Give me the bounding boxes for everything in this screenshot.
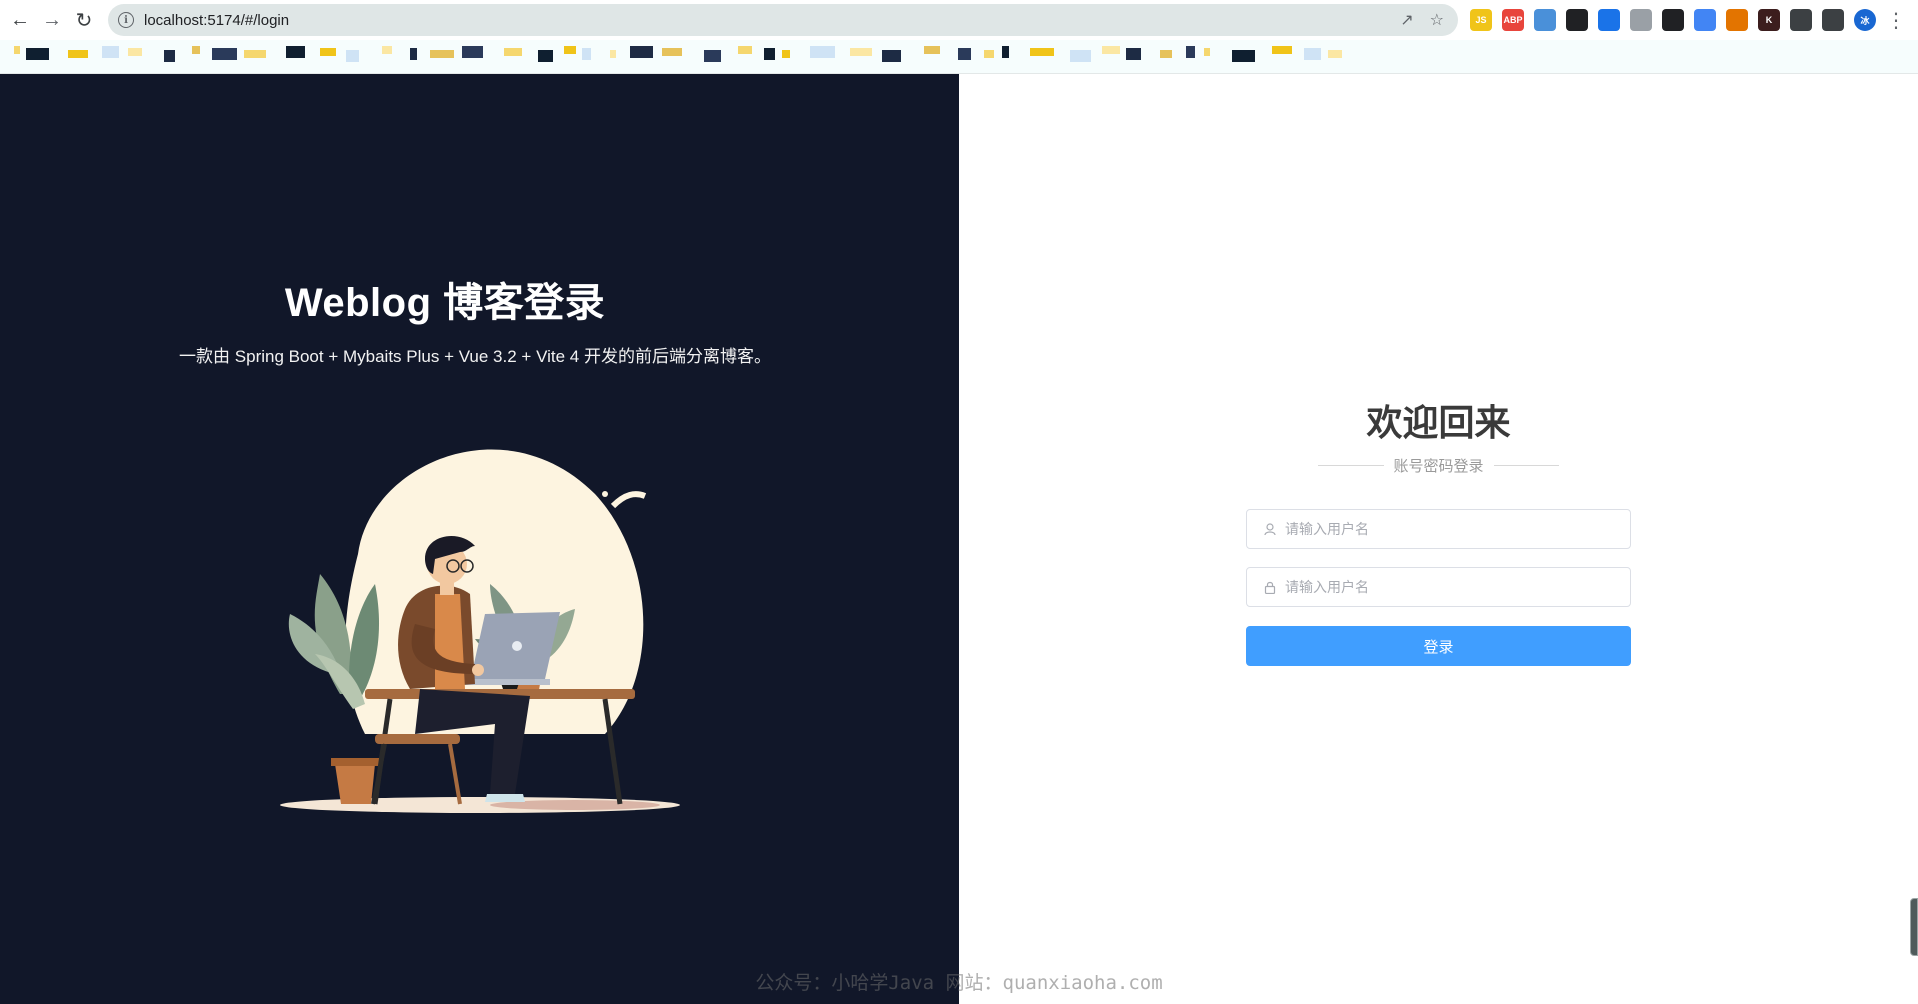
bookmark-item[interactable] xyxy=(924,46,940,54)
adblock-icon[interactable]: ABP xyxy=(1502,9,1524,31)
bookmark-item[interactable] xyxy=(704,50,721,62)
bookmark-item[interactable] xyxy=(850,48,872,56)
bookmark-item[interactable] xyxy=(1070,50,1091,62)
username-field[interactable] xyxy=(1246,509,1631,549)
lock-icon xyxy=(1263,580,1277,594)
bookmark-item[interactable] xyxy=(984,50,994,58)
puzzle-icon[interactable] xyxy=(1790,9,1812,31)
bookmark-item[interactable] xyxy=(192,46,200,54)
bookmark-item[interactable] xyxy=(430,50,454,58)
address-bar[interactable]: i localhost:5174/#/login ↗ ☆ xyxy=(108,4,1458,36)
user-icon xyxy=(1263,522,1277,536)
bookmark-item[interactable] xyxy=(1160,50,1172,58)
extension-icon-10[interactable]: K xyxy=(1758,9,1780,31)
bookmark-star-icon[interactable]: ☆ xyxy=(1430,10,1444,30)
mail-extension-icon[interactable] xyxy=(1630,9,1652,31)
bookmark-item[interactable] xyxy=(346,50,359,62)
bookmark-item[interactable] xyxy=(630,46,653,58)
bookmark-item[interactable] xyxy=(382,46,392,54)
bookmark-item[interactable] xyxy=(610,50,616,58)
bookmark-item[interactable] xyxy=(882,50,901,62)
bookmark-item[interactable] xyxy=(1002,46,1009,58)
bookmark-item[interactable] xyxy=(244,50,266,58)
bookmark-item[interactable] xyxy=(212,48,237,60)
bookmark-item[interactable] xyxy=(958,48,971,60)
extension-icon-9[interactable] xyxy=(1726,9,1748,31)
bookmarks-bar xyxy=(0,40,1918,74)
hero-title: Weblog 博客登录 xyxy=(284,281,606,325)
bookmark-item[interactable] xyxy=(14,46,20,54)
side-panel-icon[interactable] xyxy=(1822,9,1844,31)
bookmark-item[interactable] xyxy=(68,50,88,58)
bookmark-item[interactable] xyxy=(1204,48,1210,56)
bookmark-item[interactable] xyxy=(582,48,591,60)
bookmark-item[interactable] xyxy=(810,46,835,58)
side-widget-handle[interactable] xyxy=(1910,898,1918,956)
bookmark-item[interactable] xyxy=(462,46,483,58)
password-field[interactable] xyxy=(1246,567,1631,607)
bookmark-item[interactable] xyxy=(564,46,576,54)
bookmark-item[interactable] xyxy=(738,46,752,54)
site-info-icon[interactable]: i xyxy=(118,12,134,28)
developer-illustration xyxy=(280,449,680,813)
bookmark-item[interactable] xyxy=(504,48,522,56)
extensions-bar: JS ABP K 冰 ⋮ xyxy=(1470,6,1906,34)
bookmark-item[interactable] xyxy=(410,48,417,60)
eyedropper-icon[interactable] xyxy=(1534,9,1556,31)
js-extension-icon[interactable]: JS xyxy=(1470,9,1492,31)
bookmark-item[interactable] xyxy=(1030,48,1054,56)
url-text[interactable]: localhost:5174/#/login xyxy=(144,12,289,29)
login-button[interactable]: 登录 xyxy=(1246,626,1631,666)
browser-toolbar: ← → ↻ i localhost:5174/#/login ↗ ☆ JS ABP… xyxy=(0,0,1918,40)
bookmark-item[interactable] xyxy=(662,48,682,56)
bookmark-item[interactable] xyxy=(102,46,119,58)
login-page: Weblog 博客登录 一款由 Spring Boot + Mybaits Pl… xyxy=(0,74,1918,1004)
login-form-panel: 欢迎回来 账号密码登录 登录 xyxy=(959,74,1918,1004)
share-icon[interactable]: ↗ xyxy=(1400,10,1413,30)
username-input[interactable] xyxy=(1285,511,1630,547)
password-input[interactable] xyxy=(1285,569,1630,605)
bookmark-item[interactable] xyxy=(1186,46,1195,58)
bookmark-item[interactable] xyxy=(320,48,336,56)
back-arrow-icon[interactable]: ← xyxy=(4,4,36,36)
forward-arrow-icon[interactable]: → xyxy=(36,4,68,36)
bookmark-item[interactable] xyxy=(1126,48,1141,60)
extension-icon-4[interactable] xyxy=(1566,9,1588,31)
bookmark-item[interactable] xyxy=(128,48,142,56)
reload-icon[interactable]: ↻ xyxy=(68,4,100,36)
bookmark-item[interactable] xyxy=(286,46,305,58)
watermark-text: 公众号：小哈学Java 网站：quanxiaoha.com xyxy=(755,972,1163,994)
bookmark-item[interactable] xyxy=(164,50,175,62)
bookmark-item[interactable] xyxy=(1328,50,1342,58)
extension-icon-7[interactable] xyxy=(1662,9,1684,31)
login-method-divider: 账号密码登录 xyxy=(1318,455,1560,475)
translate-icon[interactable] xyxy=(1694,9,1716,31)
bookmark-item[interactable] xyxy=(1304,48,1321,60)
bookmark-item[interactable] xyxy=(1102,46,1120,54)
bookmark-item[interactable] xyxy=(1272,46,1292,54)
bookmark-item[interactable] xyxy=(782,50,790,58)
bookmark-item[interactable] xyxy=(764,48,775,60)
divider-text: 账号密码登录 xyxy=(1393,457,1484,475)
download-extension-icon[interactable] xyxy=(1598,9,1620,31)
welcome-heading: 欢迎回来 xyxy=(1366,402,1511,443)
hero-subtitle: 一款由 Spring Boot + Mybaits Plus + Vue 3.2… xyxy=(179,347,771,366)
bookmark-item[interactable] xyxy=(538,50,553,62)
bookmark-item[interactable] xyxy=(26,48,49,60)
left-hero-panel: Weblog 博客登录 一款由 Spring Boot + Mybaits Pl… xyxy=(0,74,959,1004)
divider-line-left xyxy=(1318,464,1384,466)
bookmark-item[interactable] xyxy=(1232,50,1255,62)
browser-menu-icon[interactable]: ⋮ xyxy=(1886,8,1906,33)
divider-line-right xyxy=(1493,464,1560,466)
profile-avatar[interactable]: 冰 xyxy=(1854,9,1876,31)
